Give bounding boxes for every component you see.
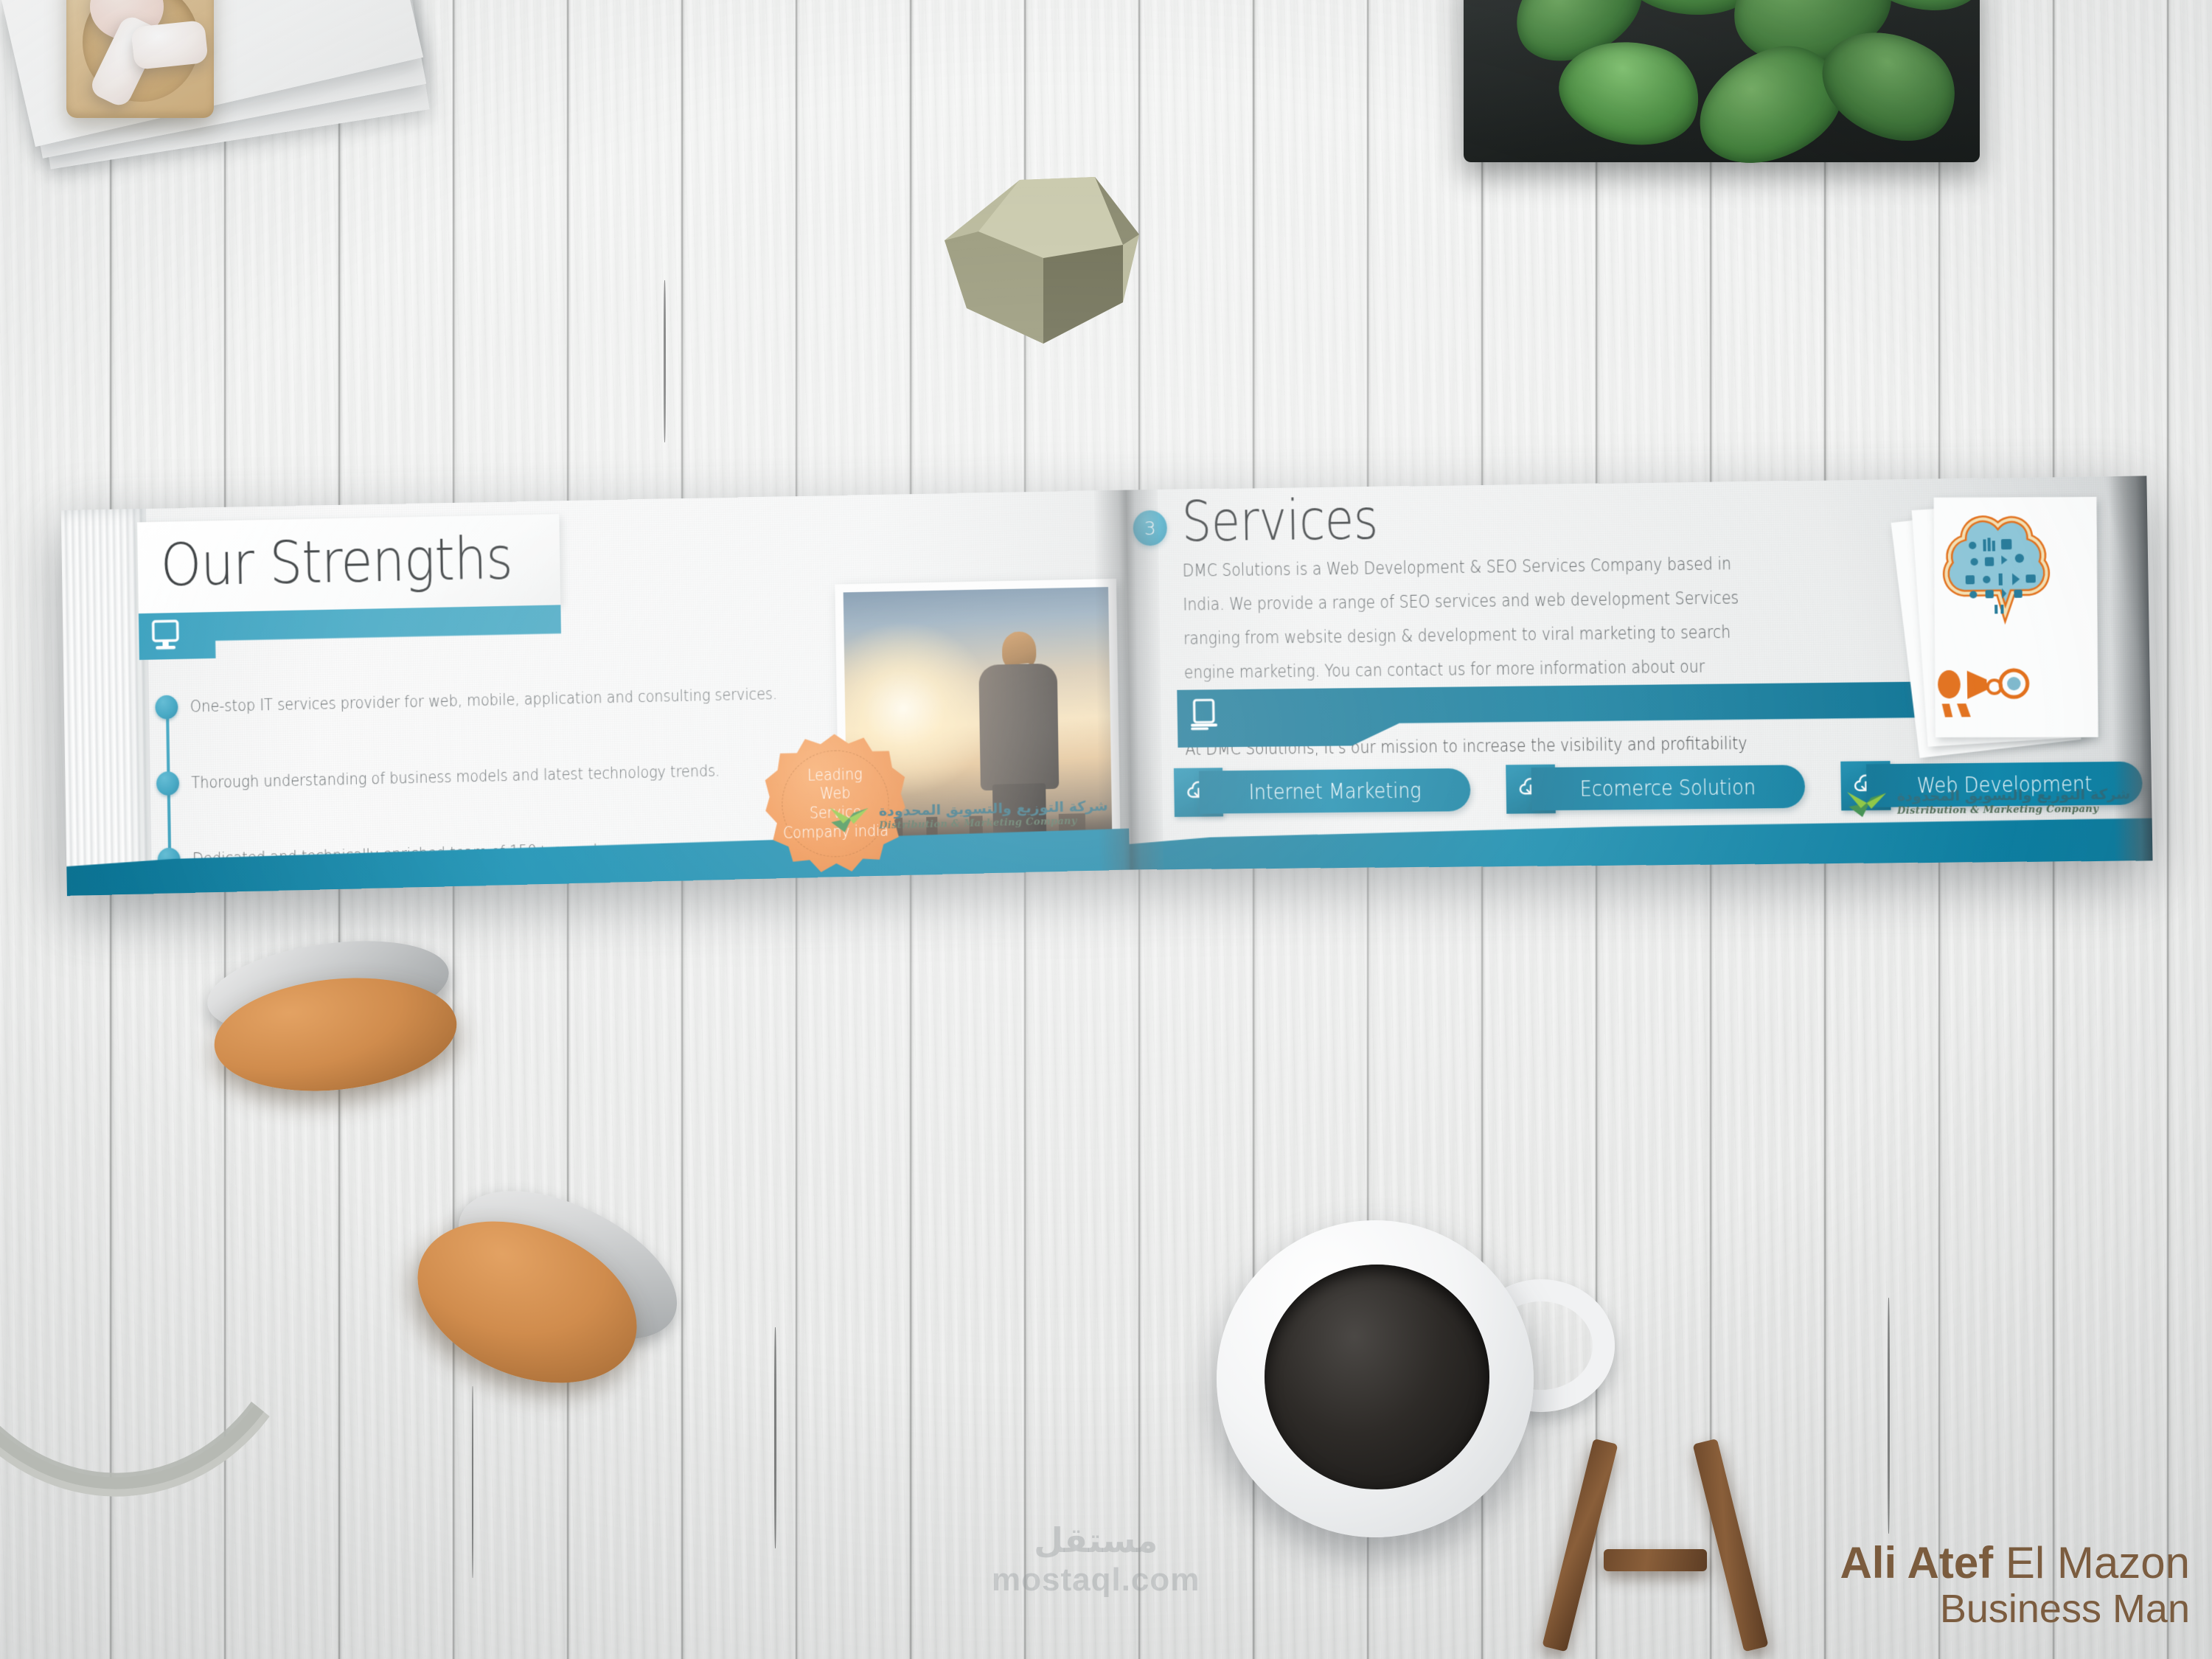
coffee-liquid (1265, 1265, 1489, 1489)
category-label: Internet Marketing (1248, 778, 1421, 804)
signature-role: Business Man (1840, 1587, 2190, 1631)
white-rounded-object (131, 20, 209, 70)
wood-crack (664, 280, 666, 442)
badge-line-1: Leading (782, 765, 888, 786)
geometric-stone-ornament (940, 177, 1147, 347)
service-category[interactable]: Ecomerce Solution (1506, 765, 1805, 810)
brochure-spread: Our Strengths One-stop IT services provi… (77, 474, 2140, 886)
page-title: Our Strengths (160, 530, 512, 595)
megaphone-icon (1935, 664, 2034, 719)
category-label-pill[interactable]: Ecomerce Solution (1531, 765, 1806, 810)
wood-crack (774, 1327, 776, 1548)
signature-last-name: El Mazon (1993, 1538, 2190, 1587)
brand-text-block: شركة التوزيع والتسويق المحدودة Distribut… (879, 799, 1108, 832)
headphones-right-cup (398, 1202, 708, 1423)
brand-logo-right: شركة التوزيع والتسويق المحدودة Distribut… (1846, 786, 2131, 818)
category-label: Ecomerce Solution (1580, 775, 1756, 801)
left-header-banner (139, 605, 561, 660)
strength-text: One-stop IT services provider for web, m… (190, 684, 778, 716)
cloud-icons-illustration (1928, 512, 2064, 633)
service-category[interactable]: Internet Marketing (1174, 768, 1471, 814)
services-title: Services (1181, 488, 1378, 554)
laptop-icon (1187, 698, 1223, 733)
wooden-letter-a-monogram (1582, 1441, 1744, 1655)
swoosh-logo-icon (1846, 788, 1888, 818)
strength-item: Thorough understanding of business model… (156, 757, 805, 796)
right-footer-bar (1129, 817, 2152, 869)
banner-shape (1177, 681, 1975, 748)
brochure-right-page: 3 Services DMC Solutions is a Web Develo… (1124, 476, 2153, 870)
brand-text-block: شركة التوزيع والتسويق المحدودة Distribut… (1896, 787, 2130, 817)
headphones-left-cup (199, 944, 509, 1121)
timeline-dot (156, 771, 179, 796)
cloud-graphic-card-stack (1899, 491, 2129, 762)
letter-a-crossbar (1604, 1549, 1707, 1571)
brand-arabic-name: شركة التوزيع والتسويق المحدودة (1896, 786, 2130, 804)
signature-first-name: Ali Atef (1840, 1538, 1993, 1587)
brand-english-name: Distribution & Marketing Company (1897, 803, 2099, 816)
plant-foliage (1401, 0, 2065, 221)
timeline-dot (155, 695, 178, 720)
signature-name: Ali Atef El Mazon (1840, 1540, 2190, 1586)
photo-suit (979, 664, 1060, 791)
badge-line-2: Web (782, 784, 888, 805)
swoosh-logo-icon (828, 804, 870, 834)
strength-item: One-stop IT services provider for web, m… (155, 680, 872, 720)
wood-crack (1888, 1298, 1890, 1534)
strengths-timeline: One-stop IT services provider for web, m… (155, 684, 696, 695)
page-number-badge: 3 (1133, 510, 1167, 546)
monitor-icon (149, 619, 181, 653)
designer-signature: Ali Atef El Mazon Business Man (1840, 1540, 2190, 1631)
services-body: DMC Solutions is a Web Development & SEO… (1182, 547, 1761, 801)
desk-scene: Our Strengths One-stop IT services provi… (0, 0, 2212, 1659)
category-label-pill[interactable]: Internet Marketing (1199, 768, 1471, 814)
brochure-left-page: Our Strengths One-stop IT services provi… (61, 490, 1130, 896)
strength-text: Thorough understanding of business model… (191, 762, 720, 793)
right-header-banner (1177, 681, 1983, 749)
